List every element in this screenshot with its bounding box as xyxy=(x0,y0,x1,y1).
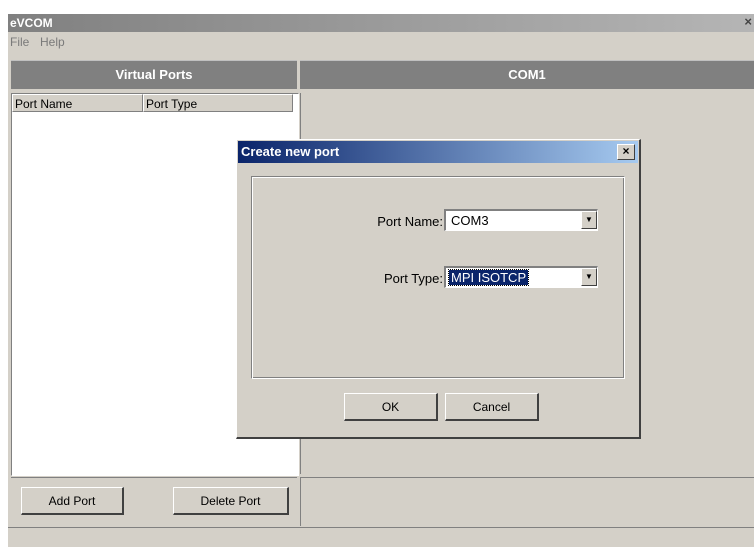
dialog-title-bar: Create new port × xyxy=(238,141,638,163)
dialog-close-icon[interactable]: × xyxy=(617,144,635,160)
port-name-select[interactable]: COM3 ▼ xyxy=(444,209,598,231)
port-type-label: Port Type: xyxy=(383,271,443,286)
cancel-button[interactable]: Cancel xyxy=(445,393,539,421)
title-bar: eVCOM × xyxy=(8,14,754,32)
column-port-name[interactable]: Port Name xyxy=(12,94,143,112)
close-icon[interactable]: × xyxy=(744,14,752,29)
port-name-value: COM3 xyxy=(451,213,489,228)
chevron-down-icon[interactable]: ▼ xyxy=(581,211,597,229)
column-port-type[interactable]: Port Type xyxy=(143,94,293,112)
left-button-bar: Add Port Delete Port xyxy=(11,477,297,526)
status-bar xyxy=(8,527,754,547)
create-port-dialog: Create new port × Port Name: COM3 ▼ Port… xyxy=(236,139,641,439)
ok-button[interactable]: OK xyxy=(344,393,438,421)
add-port-button[interactable]: Add Port xyxy=(21,487,124,515)
menu-file[interactable]: File xyxy=(10,35,29,49)
virtual-ports-header: Virtual Ports xyxy=(11,60,297,89)
delete-port-button[interactable]: Delete Port xyxy=(173,487,289,515)
port-type-select[interactable]: MPI ISOTCP ▼ xyxy=(444,266,598,288)
chevron-down-icon[interactable]: ▼ xyxy=(581,268,597,286)
port-settings-group: Port Name: COM3 ▼ Port Type: MPI ISOTCP … xyxy=(251,176,625,379)
port-name-label: Port Name: xyxy=(377,214,443,229)
right-button-bar xyxy=(300,477,754,526)
menu-help[interactable]: Help xyxy=(40,35,65,49)
dialog-title: Create new port xyxy=(241,144,340,159)
port-type-value: MPI ISOTCP xyxy=(447,269,530,286)
app-title: eVCOM xyxy=(10,16,53,30)
port-detail-header: COM1 xyxy=(300,60,754,89)
menu-bar: File Help xyxy=(8,33,754,51)
